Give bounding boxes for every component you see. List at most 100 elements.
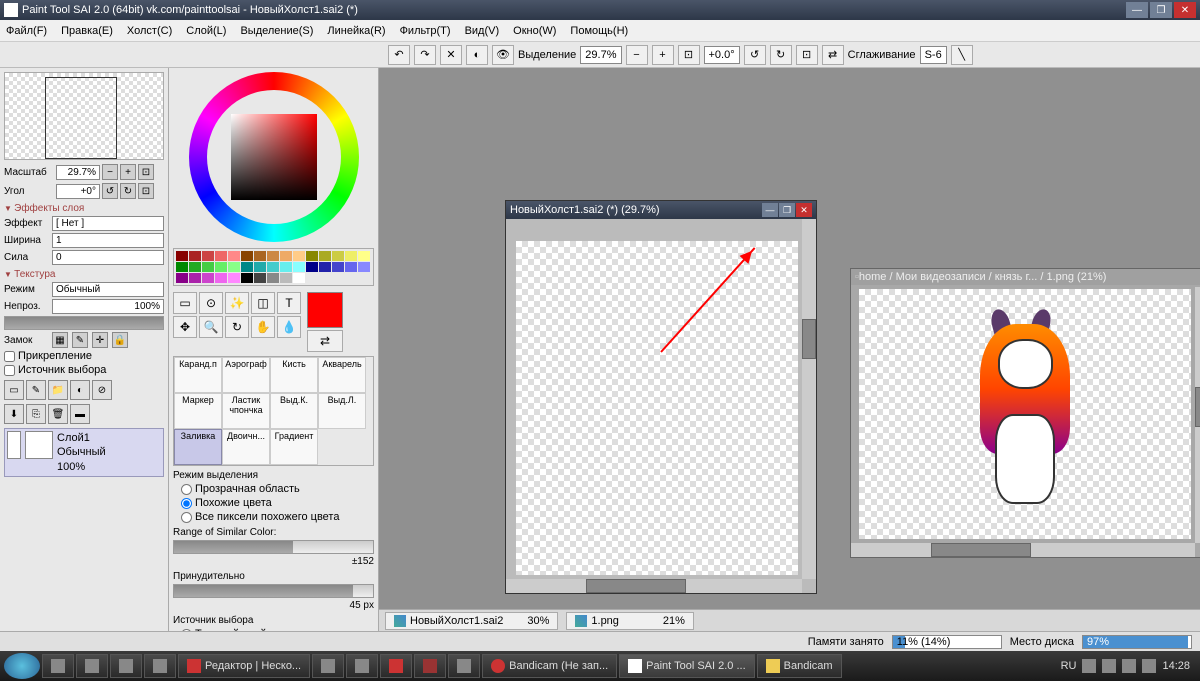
selmode-allpix[interactable]: Все пиксели похожего цвета: [181, 511, 374, 523]
scale-plus[interactable]: +: [120, 164, 136, 180]
tray-icon[interactable]: [1122, 659, 1136, 673]
doc1-close[interactable]: ✕: [796, 203, 812, 217]
move-tool[interactable]: ✥: [173, 316, 197, 338]
strength-field[interactable]: 0: [52, 250, 164, 265]
layer-item[interactable]: Слой1Обычный100%: [4, 428, 164, 477]
swatch[interactable]: [202, 273, 214, 283]
menu-filter[interactable]: Фильтр(T): [400, 25, 451, 37]
scale-minus[interactable]: −: [102, 164, 118, 180]
hand-tool[interactable]: ✋: [251, 316, 275, 338]
pin-7[interactable]: [380, 654, 412, 678]
document-window-2[interactable]: ▫ home / Мои видеозаписи / князь г... / …: [850, 268, 1200, 558]
scale-reset[interactable]: ⊡: [138, 164, 154, 180]
swatch[interactable]: [228, 262, 240, 272]
doc2-canvas[interactable]: [859, 289, 1191, 539]
flip-h[interactable]: ⇄: [822, 45, 844, 65]
ang-cw[interactable]: ↻: [120, 183, 136, 199]
line-tool[interactable]: ╲: [951, 45, 973, 65]
invert-button[interactable]: ◐: [466, 45, 488, 65]
menu-view[interactable]: Вид(V): [465, 25, 500, 37]
texture-section[interactable]: Текстура: [4, 269, 164, 280]
force-slider[interactable]: [173, 584, 374, 598]
selmode-transparent[interactable]: Прозрачная область: [181, 483, 374, 495]
swatch[interactable]: [345, 262, 357, 272]
swatch[interactable]: [306, 262, 318, 272]
swatch[interactable]: [280, 273, 292, 283]
swatch[interactable]: [215, 273, 227, 283]
del-layer[interactable]: 🗑: [48, 404, 68, 424]
clear-layer[interactable]: ⊘: [92, 380, 112, 400]
opacity-slider[interactable]: [4, 316, 164, 330]
menu-edit[interactable]: Правка(E): [61, 25, 113, 37]
menu-help[interactable]: Помощь(H): [570, 25, 628, 37]
menu-ruler[interactable]: Линейка(R): [327, 25, 385, 37]
brush-Выд.Л.[interactable]: Выд.Л.: [318, 393, 366, 429]
pin-3[interactable]: [110, 654, 142, 678]
swatch[interactable]: [215, 251, 227, 261]
brush-Выд.К.[interactable]: Выд.К.: [270, 393, 318, 429]
swatch[interactable]: [228, 251, 240, 261]
tray-icon[interactable]: [1142, 659, 1156, 673]
pin-8[interactable]: [414, 654, 446, 678]
effect-combo[interactable]: [ Нет ]: [52, 216, 164, 231]
swatch[interactable]: [202, 251, 214, 261]
pin-4[interactable]: [144, 654, 176, 678]
doc2-vscroll[interactable]: [1195, 287, 1200, 543]
mode-combo[interactable]: Обычный: [52, 282, 164, 297]
move-sel-tool[interactable]: ◫: [251, 292, 275, 314]
angle-value[interactable]: +0°: [56, 184, 100, 199]
tab-doc2[interactable]: 1.png21%: [566, 612, 694, 630]
swatch[interactable]: [332, 262, 344, 272]
swatch[interactable]: [189, 251, 201, 261]
menu-canvas[interactable]: Холст(C): [127, 25, 172, 37]
swatch[interactable]: [202, 262, 214, 272]
pin-9[interactable]: [448, 654, 480, 678]
flatten[interactable]: ▬: [70, 404, 90, 424]
brush-Маркер[interactable]: Маркер: [174, 393, 222, 429]
layer-mask[interactable]: ◐: [70, 380, 90, 400]
rot-ccw[interactable]: ↺: [744, 45, 766, 65]
doc1-min[interactable]: —: [762, 203, 778, 217]
clock[interactable]: 14:28: [1162, 660, 1190, 672]
swatch[interactable]: [267, 251, 279, 261]
lock-move[interactable]: ✛: [92, 332, 108, 348]
doc2-hscroll[interactable]: [851, 543, 1195, 557]
wand-tool[interactable]: ✨: [225, 292, 249, 314]
rot-reset[interactable]: ⊡: [796, 45, 818, 65]
swatch[interactable]: [332, 251, 344, 261]
swatch[interactable]: [228, 273, 240, 283]
zoom-fit[interactable]: ⊡: [678, 45, 700, 65]
undo-button[interactable]: ↶: [388, 45, 410, 65]
navigator[interactable]: [4, 72, 164, 160]
ang-ccw[interactable]: ↺: [102, 183, 118, 199]
lock-all[interactable]: 🔒: [112, 332, 128, 348]
selmode-similar[interactable]: Похожие цвета: [181, 497, 374, 509]
new-folder[interactable]: 📁: [48, 380, 68, 400]
zoom-box[interactable]: 29.7%: [580, 46, 621, 64]
picker-tool[interactable]: 💧: [277, 316, 301, 338]
pin-2[interactable]: [76, 654, 108, 678]
color-wheel[interactable]: [189, 72, 359, 242]
swatch[interactable]: [215, 262, 227, 272]
swatch[interactable]: [306, 251, 318, 261]
new-vector[interactable]: ✎: [26, 380, 46, 400]
swatch[interactable]: [254, 273, 266, 283]
brush-Каранд.п[interactable]: Каранд.п: [174, 357, 222, 393]
fg-color[interactable]: [307, 292, 343, 328]
brush-Заливка[interactable]: Заливка: [174, 429, 222, 465]
new-layer[interactable]: ▭: [4, 380, 24, 400]
attach-check[interactable]: Прикрепление: [4, 350, 164, 362]
swatch[interactable]: [293, 273, 305, 283]
menu-file[interactable]: Файл(F): [6, 25, 47, 37]
swatch[interactable]: [241, 273, 253, 283]
swatch[interactable]: [345, 251, 357, 261]
rot-cw[interactable]: ↻: [770, 45, 792, 65]
system-tray[interactable]: RU 14:28: [1061, 659, 1196, 673]
swatch[interactable]: [358, 251, 370, 261]
redo-button[interactable]: ↷: [414, 45, 436, 65]
smooth-box[interactable]: S-6: [920, 46, 947, 64]
swatches[interactable]: [173, 248, 374, 286]
deselect-button[interactable]: ✕: [440, 45, 462, 65]
minimize-button[interactable]: —: [1126, 2, 1148, 18]
brush-Кисть[interactable]: Кисть: [270, 357, 318, 393]
